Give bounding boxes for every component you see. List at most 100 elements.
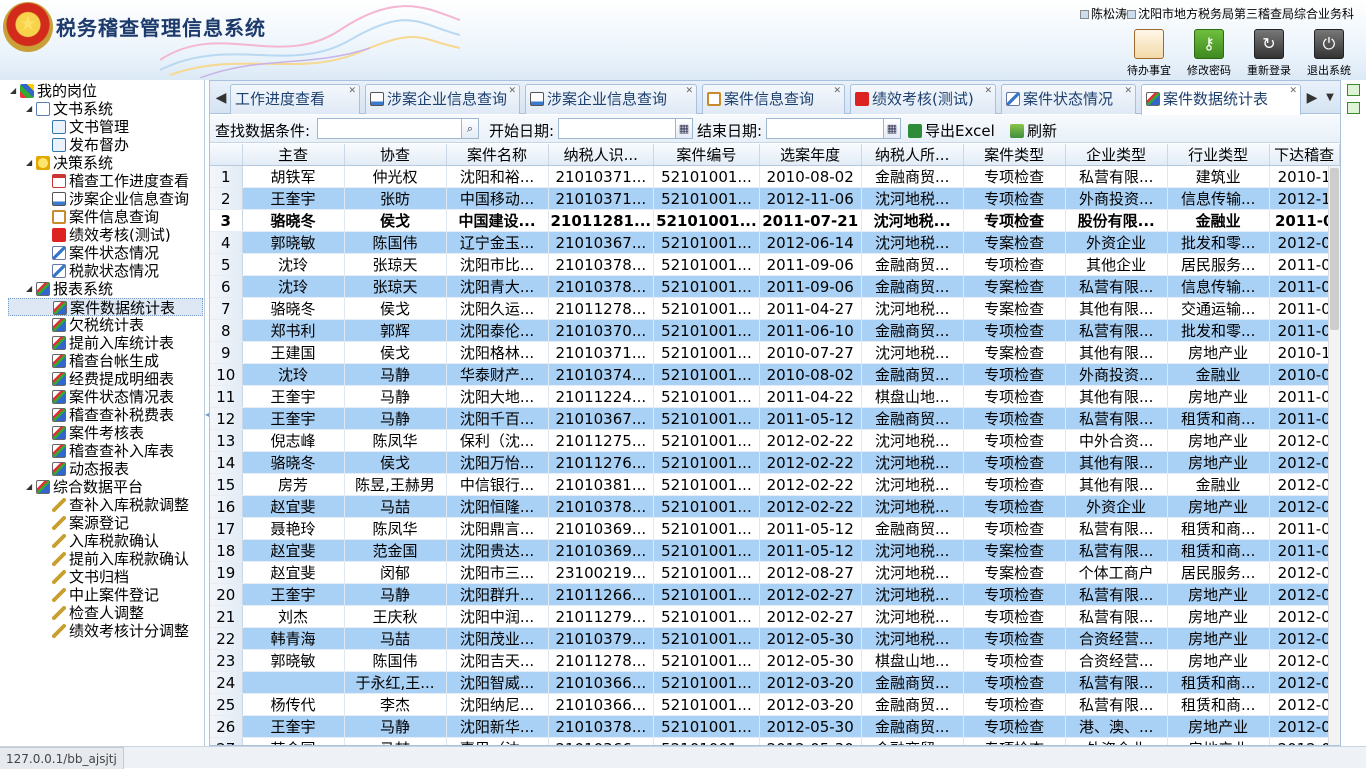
column-header[interactable]: 企业类型 (1065, 144, 1168, 166)
tree-expand-icon[interactable]: ◢ (26, 100, 36, 118)
table-row[interactable]: 26 王奎宇 马静 沈阳新华... 21010378... 52101001... 2012… (210, 715, 1340, 738)
relogin-button[interactable]: ↻ 重新登录 (1241, 29, 1297, 78)
sidebar-item[interactable]: ◢ 文书系统 (26, 100, 113, 118)
tab[interactable]: 工作进度查看 ✕ (230, 84, 360, 114)
sidebar-item[interactable]: 绩效考核计分调整 (42, 622, 189, 640)
sidebar-item[interactable]: ◢ 决策系统 (26, 154, 113, 172)
sidebar-item[interactable]: 案源登记 (42, 514, 129, 532)
start-calendar-icon[interactable]: ▦ (675, 118, 693, 139)
table-row[interactable]: 13 倪志峰 陈凤华 保利（沈... 21011275... 52101001... 201… (210, 429, 1340, 452)
table-row[interactable]: 16 赵宜斐 马喆 沈阳恒隆... 21010378... 52101001... 2012… (210, 495, 1340, 518)
sidebar-item[interactable]: 案件数据统计表 (8, 298, 203, 317)
sidebar-item[interactable]: ◢ 综合数据平台 (26, 478, 143, 496)
tab-close-icon[interactable]: ✕ (1124, 86, 1132, 96)
tab-menu-chevron-icon[interactable]: ▼ (1322, 87, 1338, 109)
table-row[interactable]: 20 王奎宇 马静 沈阳群升... 21011266... 52101001... 2012… (210, 583, 1340, 606)
tab-scroll-right-icon[interactable]: ▶ (1304, 87, 1320, 109)
sidebar-item[interactable]: 入库税款确认 (42, 532, 159, 550)
tree-expand-icon[interactable]: ◢ (10, 82, 20, 100)
table-row[interactable]: 3 骆晓冬 侯戈 中国建设... 21011281... 52101001... 2011-… (210, 209, 1340, 232)
table-row[interactable]: 10 沈玲 马静 华泰财产... 21010374... 52101001... 2010-… (210, 363, 1340, 386)
tree-expand-icon[interactable]: ◢ (26, 280, 36, 298)
sidebar-item[interactable]: 涉案企业信息查询 (42, 190, 189, 208)
sidebar-item[interactable]: 案件状态情况表 (42, 388, 174, 406)
sidebar-item[interactable]: 检查人调整 (42, 604, 144, 622)
column-header[interactable]: 下达稽查 (1269, 144, 1340, 166)
search-icon[interactable]: ⌕ (461, 118, 479, 139)
tree-expand-icon[interactable]: ◢ (26, 154, 36, 172)
sidebar-item[interactable]: 提前入库税款确认 (42, 550, 189, 568)
sidebar-item[interactable]: 绩效考核(测试) (42, 226, 171, 244)
column-header[interactable]: 纳税人所... (861, 144, 964, 166)
sidebar-item[interactable]: ◢ 我的岗位 (10, 82, 97, 100)
change-password-button[interactable]: ⚷ 修改密码 (1181, 29, 1237, 78)
panel-toggle-icon[interactable] (1347, 84, 1360, 96)
table-row[interactable]: 8 郑书利 郭辉 沈阳泰伦... 21010370... 52101001... 2011-… (210, 319, 1340, 342)
tab[interactable]: 案件数据统计表 ✕ (1141, 84, 1301, 115)
table-row[interactable]: 9 王建国 侯戈 沈阳格林... 21010371... 52101001... 2010-… (210, 341, 1340, 364)
tab[interactable]: 案件信息查询 ✕ (702, 84, 845, 114)
tab-scroll-left-icon[interactable]: ◀ (213, 87, 229, 109)
table-row[interactable]: 24 于永红,王... 沈阳智威... 21010366... 52101001... 2… (210, 671, 1340, 694)
sidebar-item[interactable]: ◢ 报表系统 (26, 280, 113, 298)
sidebar-item[interactable]: 稽查查补入库表 (42, 442, 174, 460)
table-row[interactable]: 12 王奎宇 马静 沈阳千百... 21010367... 52101001... 2011… (210, 407, 1340, 430)
column-header[interactable]: 协查 (344, 144, 447, 166)
sidebar-item[interactable]: 案件信息查询 (42, 208, 159, 226)
tab[interactable]: 涉案企业信息查询 ✕ (365, 84, 520, 114)
table-row[interactable]: 14 骆晓冬 侯戈 沈阳万怡... 21011276... 52101001... 2012… (210, 451, 1340, 474)
tab-close-icon[interactable]: ✕ (685, 86, 693, 96)
tree-expand-icon[interactable]: ◢ (26, 478, 36, 496)
tab[interactable]: 绩效考核(测试) ✕ (850, 84, 996, 114)
table-row[interactable]: 19 赵宜斐 闵郁 沈阳市三... 23100219... 52101001... 2012… (210, 561, 1340, 584)
tab-close-icon[interactable]: ✕ (1289, 86, 1297, 96)
table-row[interactable]: 6 沈玲 张琼天 沈阳青大... 21010378... 52101001... 2011-… (210, 275, 1340, 298)
table-row[interactable]: 27范金国马喆嘉里（沈...21010366...52101001...2012… (210, 737, 1340, 745)
tab-close-icon[interactable]: ✕ (508, 86, 516, 96)
column-header[interactable]: 案件名称 (446, 144, 549, 166)
exit-button[interactable]: ⏻ 退出系统 (1301, 29, 1357, 78)
table-row[interactable]: 25 杨传代 李杰 沈阳纳尼... 21010366... 52101001... 2012… (210, 693, 1340, 716)
end-calendar-icon[interactable]: ▦ (883, 118, 901, 139)
tab-close-icon[interactable]: ✕ (984, 86, 992, 96)
sidebar-item[interactable]: 案件状态情况 (42, 244, 159, 262)
table-row[interactable]: 17 聂艳玲 陈凤华 沈阳鼎言... 21010369... 52101001... 201… (210, 517, 1340, 540)
sidebar-item[interactable]: 经费提成明细表 (42, 370, 174, 388)
sidebar-item[interactable]: 提前入库统计表 (42, 334, 174, 352)
column-header[interactable]: 纳税人识... (548, 144, 655, 166)
column-header[interactable]: 主查 (242, 144, 345, 166)
sidebar-item[interactable]: 查补入库税款调整 (42, 496, 189, 514)
panel-expand-icon[interactable] (1347, 102, 1360, 114)
vertical-scrollbar[interactable] (1328, 166, 1340, 745)
start-date-input[interactable] (558, 118, 676, 139)
table-row[interactable]: 21 刘杰 王庆秋 沈阳中润... 21011279... 52101001... 2012… (210, 605, 1340, 628)
tab[interactable]: 涉案企业信息查询 ✕ (525, 84, 697, 114)
column-header[interactable]: 案件类型 (963, 144, 1066, 166)
tab-close-icon[interactable]: ✕ (833, 86, 841, 96)
column-header[interactable]: 选案年度 (759, 144, 862, 166)
sidebar-item[interactable]: 文书归档 (42, 568, 129, 586)
sidebar-item[interactable]: 文书管理 (42, 118, 129, 136)
sidebar-item[interactable]: 中止案件登记 (42, 586, 159, 604)
sidebar-item[interactable]: 欠税统计表 (42, 316, 144, 334)
tab-close-icon[interactable]: ✕ (348, 86, 356, 96)
table-row[interactable]: 15 房芳 陈昱,王赫男 中信银行... 21010381... 52101001... 2… (210, 473, 1340, 496)
table-row[interactable]: 7 骆晓冬 侯戈 沈阳久运... 21011278... 52101001... 2011-… (210, 297, 1340, 320)
scrollbar-thumb[interactable] (1330, 168, 1339, 330)
end-date-input[interactable] (766, 118, 884, 139)
sidebar-item[interactable]: 稽查查补税费表 (42, 406, 174, 424)
sidebar-item[interactable]: 稽查台帐生成 (42, 352, 159, 370)
sidebar-item[interactable]: 稽查工作进度查看 (42, 172, 189, 190)
table-row[interactable]: 11 王奎宇 马静 沈阳大地... 21011224... 52101001... 2011… (210, 385, 1340, 408)
table-row[interactable]: 23 郭晓敏 陈国伟 沈阳吉天... 21011278... 52101001... 201… (210, 649, 1340, 672)
table-row[interactable]: 18 赵宜斐 范金国 沈阳贵达... 21010369... 52101001... 201… (210, 539, 1340, 562)
export-excel-button[interactable]: 导出Excel (908, 120, 995, 141)
sidebar-item[interactable]: 发布督办 (42, 136, 129, 154)
sidebar-item[interactable]: 动态报表 (42, 460, 129, 478)
refresh-button[interactable]: 刷新 (1010, 120, 1057, 141)
table-row[interactable]: 22 韩青海 马喆 沈阳茂业... 21010379... 52101001... 2012… (210, 627, 1340, 650)
table-row[interactable]: 2 王奎宇 张昉 中国移动... 21010371... 52101001... 2012-… (210, 187, 1340, 210)
table-row[interactable]: 1 胡铁军 仲光权 沈阳和裕... 21010371... 52101001... 2010… (210, 165, 1340, 188)
sidebar-item[interactable]: 案件考核表 (42, 424, 144, 442)
todo-button[interactable]: 待办事宜 (1121, 29, 1177, 78)
